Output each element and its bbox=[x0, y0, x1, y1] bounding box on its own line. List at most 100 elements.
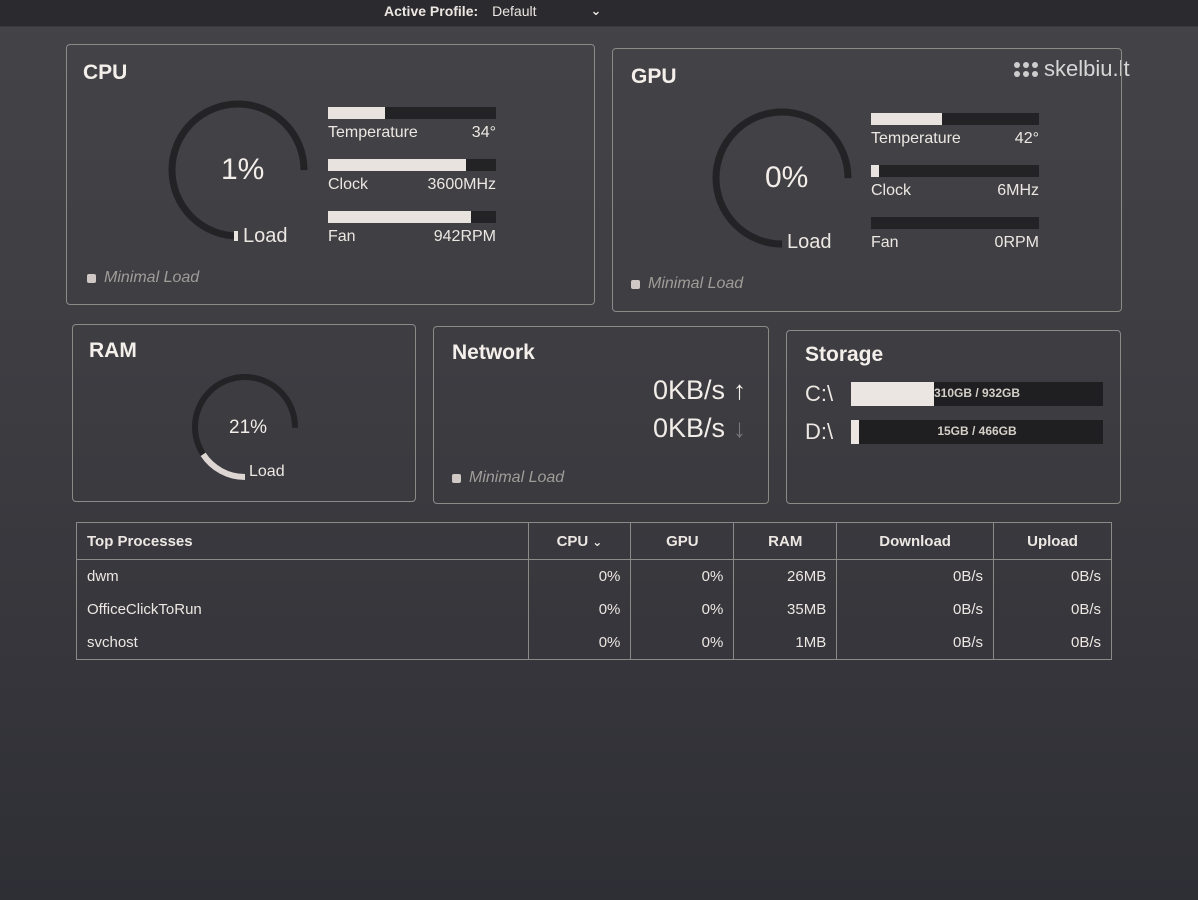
panel-title: Storage bbox=[805, 343, 884, 366]
upload-rate: 0KB/s bbox=[652, 375, 725, 405]
ram-panel: RAM 21% Load bbox=[72, 324, 416, 502]
stat-value: 42° bbox=[1014, 130, 1039, 147]
process-name: svchost bbox=[87, 634, 138, 651]
gpu-status: Minimal Load bbox=[631, 275, 743, 293]
cpu-load-label: Load bbox=[243, 225, 288, 247]
active-profile: Active Profile: Default ⌄ bbox=[384, 3, 601, 19]
storage-panel: Storage C:\ 310GB / 932GB D:\ 15GB / 466… bbox=[786, 330, 1121, 504]
process-name: OfficeClickToRun bbox=[87, 601, 202, 618]
column-header-cpu[interactable]: CPU ⌄ bbox=[527, 522, 632, 560]
table-header: Top Processes CPU ⌄ GPU RAM Download Uplo… bbox=[76, 522, 1112, 560]
process-ram: 35MB bbox=[733, 593, 837, 626]
panel-title: RAM bbox=[89, 339, 137, 362]
stat-value: 6MHz bbox=[997, 182, 1039, 199]
gpu-fan: Fan 0RPM bbox=[871, 217, 1039, 252]
status-text: Minimal Load bbox=[104, 269, 200, 286]
process-ram: 26MB bbox=[733, 559, 837, 593]
drive-usage-bar: 310GB / 932GB bbox=[851, 382, 1103, 406]
gpu-load-label: Load bbox=[787, 231, 832, 253]
ram-load-value: 21% bbox=[229, 417, 268, 438]
stat-label: Clock bbox=[871, 182, 912, 199]
process-upload: 0B/s bbox=[993, 593, 1112, 626]
cpu-fan: Fan 942RPM bbox=[328, 211, 496, 246]
profile-label: Active Profile: bbox=[384, 3, 479, 19]
fan-bar bbox=[871, 217, 1039, 229]
column-header-upload[interactable]: Upload bbox=[993, 522, 1112, 560]
ram-load-gauge: 21% Load bbox=[189, 371, 301, 483]
top-bar: Active Profile: Default ⌄ bbox=[0, 0, 1198, 27]
cpu-temperature: Temperature 34° bbox=[328, 107, 496, 142]
stat-label: Clock bbox=[328, 176, 369, 193]
column-header-download[interactable]: Download bbox=[836, 522, 995, 560]
status-dot-icon bbox=[452, 473, 461, 483]
network-download: 0KB/s ↓ bbox=[653, 413, 746, 444]
status-text: Minimal Load bbox=[469, 469, 565, 486]
status-dot-icon bbox=[631, 279, 640, 289]
gpu-temperature: Temperature 42° bbox=[871, 113, 1039, 148]
gpu-panel: GPU 0% Load Temperature 42° Clock 6MHz Fan… bbox=[612, 48, 1122, 312]
column-header-ram[interactable]: RAM bbox=[733, 522, 838, 560]
temperature-bar bbox=[871, 113, 1039, 125]
stat-value: 0RPM bbox=[994, 234, 1039, 251]
profile-select[interactable]: Default ⌄ bbox=[492, 3, 601, 19]
drive-d: D:\ 15GB / 466GB bbox=[805, 419, 1103, 445]
panel-title: GPU bbox=[631, 65, 677, 88]
stat-label: Fan bbox=[328, 228, 356, 245]
chevron-down-icon: ⌄ bbox=[592, 534, 603, 549]
download-arrow-icon: ↓ bbox=[733, 413, 746, 443]
column-header-gpu[interactable]: GPU bbox=[630, 522, 735, 560]
ram-load-label: Load bbox=[249, 463, 285, 480]
temperature-bar bbox=[328, 107, 496, 119]
profile-value: Default bbox=[492, 3, 537, 19]
stat-label: Fan bbox=[871, 234, 899, 251]
stat-value: 942RPM bbox=[433, 228, 496, 245]
cpu-panel: CPU 1% Load Temperature 34° Clock 3600MHz … bbox=[66, 44, 595, 305]
drive-c: C:\ 310GB / 932GB bbox=[805, 381, 1103, 407]
process-download: 0B/s bbox=[836, 626, 994, 660]
process-download: 0B/s bbox=[836, 559, 994, 593]
column-label: CPU bbox=[556, 532, 589, 550]
cpu-status: Minimal Load bbox=[87, 269, 199, 287]
stat-label: Temperature bbox=[328, 124, 418, 141]
download-rate: 0KB/s bbox=[652, 413, 725, 443]
cpu-load-value: 1% bbox=[221, 153, 265, 186]
fan-bar bbox=[328, 211, 496, 223]
cpu-load-gauge: 1% Load bbox=[165, 97, 311, 247]
process-cpu: 0% bbox=[527, 626, 631, 660]
drive-usage-bar: 15GB / 466GB bbox=[851, 420, 1103, 444]
process-ram: 1MB bbox=[733, 626, 837, 660]
process-download: 0B/s bbox=[836, 593, 994, 626]
panel-title: Network bbox=[452, 341, 535, 364]
upload-arrow-icon: ↑ bbox=[733, 375, 746, 405]
process-gpu: 0% bbox=[630, 559, 734, 593]
process-cpu: 0% bbox=[527, 559, 631, 593]
status-dot-icon bbox=[87, 273, 96, 283]
status-text: Minimal Load bbox=[648, 275, 744, 292]
process-cpu: 0% bbox=[527, 593, 631, 626]
top-processes-table: Top Processes CPU ⌄ GPU RAM Download Uplo… bbox=[76, 522, 1112, 660]
clock-bar bbox=[328, 159, 496, 171]
clock-bar bbox=[871, 165, 1039, 177]
process-upload: 0B/s bbox=[993, 559, 1112, 593]
process-gpu: 0% bbox=[630, 626, 734, 660]
stat-value: 3600MHz bbox=[427, 176, 496, 193]
network-panel: Network 0KB/s ↑ 0KB/s ↓ Minimal Load bbox=[433, 326, 769, 504]
gpu-clock: Clock 6MHz bbox=[871, 165, 1039, 200]
process-upload: 0B/s bbox=[993, 626, 1112, 660]
stat-label: Temperature bbox=[871, 130, 961, 147]
drive-usage-text: 310GB / 932GB bbox=[933, 386, 1021, 400]
process-gpu: 0% bbox=[630, 593, 734, 626]
column-header-process[interactable]: Top Processes bbox=[76, 522, 529, 560]
table-row[interactable]: OfficeClickToRun 0% 0% 35MB 0B/s 0B/s bbox=[77, 593, 1112, 626]
gpu-load-value: 0% bbox=[765, 161, 809, 194]
drive-name: D:\ bbox=[805, 419, 834, 444]
table-row[interactable]: dwm 0% 0% 26MB 0B/s 0B/s bbox=[77, 559, 1112, 593]
table-row[interactable]: svchost 0% 0% 1MB 0B/s 0B/s bbox=[77, 626, 1112, 660]
stat-value: 34° bbox=[471, 124, 496, 141]
panel-title: CPU bbox=[83, 61, 128, 84]
chevron-down-icon: ⌄ bbox=[590, 3, 602, 18]
gpu-load-gauge: 0% Load bbox=[709, 105, 855, 253]
drive-name: C:\ bbox=[805, 381, 834, 406]
network-status: Minimal Load bbox=[452, 469, 564, 487]
network-upload: 0KB/s ↑ bbox=[653, 375, 746, 406]
